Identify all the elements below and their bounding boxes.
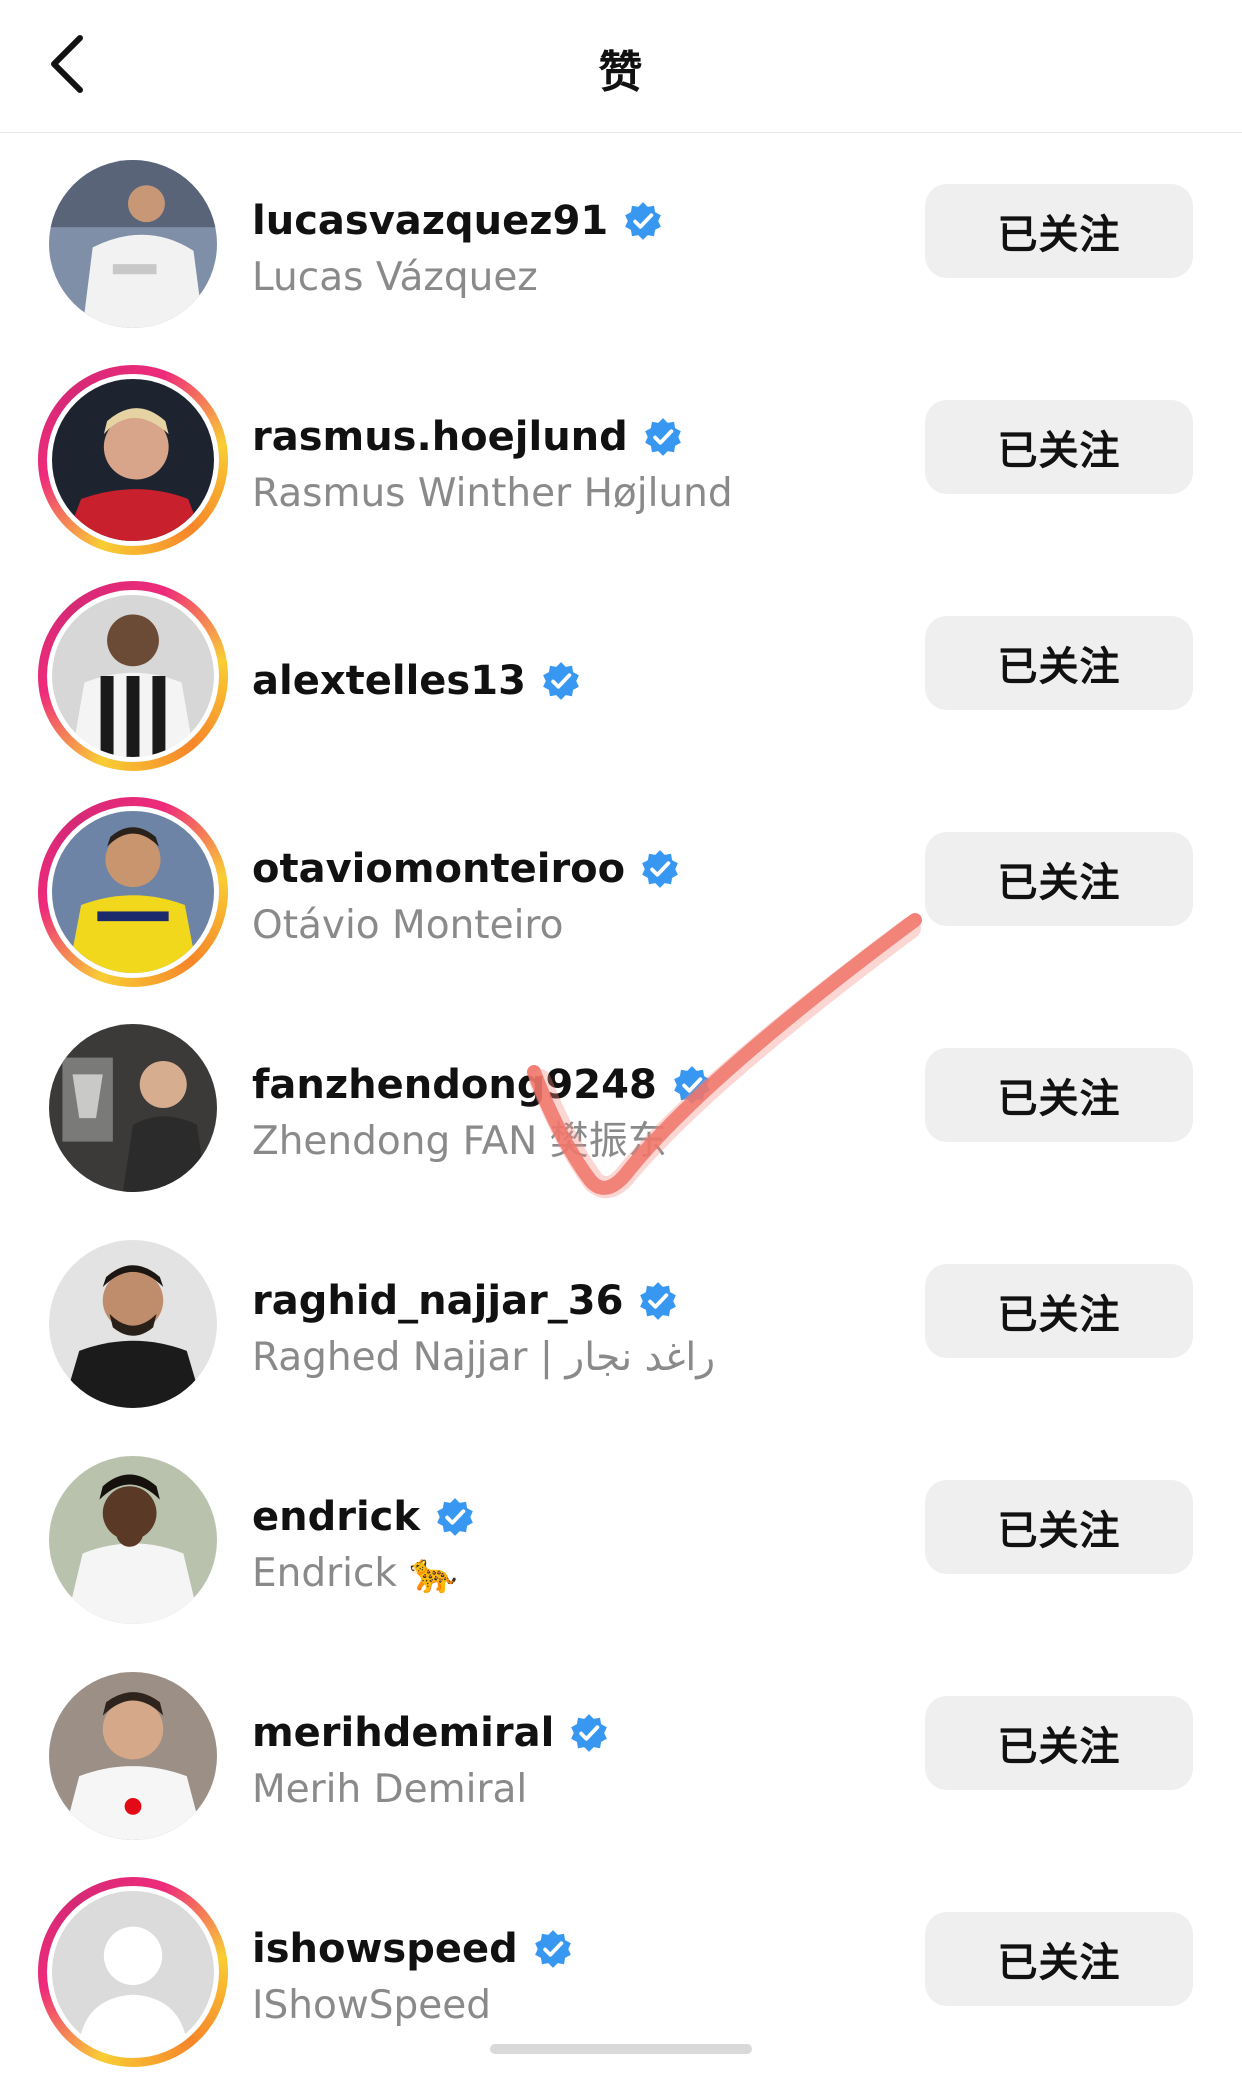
default-avatar-icon (52, 1891, 214, 2053)
verified-badge-icon (534, 1930, 571, 1968)
full-name: Rasmus Winther Højlund (252, 471, 733, 516)
user-names: otaviomonteiroo Otávio Monteiro (252, 781, 892, 1013)
user-names: raghid_najjar_36 Raghed Najjar | راغد نج… (252, 1213, 892, 1445)
username[interactable]: ishowspeed (252, 1926, 518, 1972)
verified-badge-icon (543, 662, 579, 700)
following-button[interactable]: 已关注 (925, 1480, 1193, 1574)
following-button[interactable]: 已关注 (925, 616, 1193, 710)
verified-badge-icon (642, 850, 679, 888)
user-names: alextelles13 (252, 565, 892, 797)
list-item[interactable]: fanzhendong9248 Zhendong FAN 樊振东 已关注 (0, 997, 1242, 1197)
avatar[interactable] (38, 1229, 228, 1419)
following-button[interactable]: 已关注 (925, 184, 1193, 278)
profile-photo (52, 595, 214, 757)
full-name: Zhendong FAN 樊振东 (252, 1119, 667, 1164)
verified-badge-icon (437, 1498, 473, 1536)
list-item[interactable]: ishowspeed IShowSpeed 已关注 (0, 1861, 1242, 2067)
avatar-story-ring[interactable] (38, 581, 228, 771)
avatar[interactable] (38, 149, 228, 339)
verified-badge-icon (673, 1066, 710, 1104)
username[interactable]: lucasvazquez91 (252, 198, 608, 244)
username[interactable]: endrick (252, 1494, 420, 1540)
following-button[interactable]: 已关注 (925, 832, 1193, 926)
username[interactable]: raghid_najjar_36 (252, 1278, 623, 1324)
home-indicator (490, 2044, 752, 2054)
profile-photo (52, 811, 214, 973)
list-item[interactable]: alextelles13 已关注 (0, 565, 1242, 771)
following-button[interactable]: 已关注 (925, 1264, 1193, 1358)
user-names: endrick Endrick 🐆 (252, 1429, 892, 1661)
verified-badge-icon (571, 1714, 608, 1752)
user-names: rasmus.hoejlund Rasmus Winther Højlund (252, 349, 892, 581)
header-bar: 赞 (0, 0, 1242, 133)
user-names: lucasvazquez91 Lucas Vázquez (252, 133, 892, 365)
user-names: merihdemiral Merih Demiral (252, 1645, 892, 1877)
avatar[interactable] (38, 1661, 228, 1851)
username[interactable]: alextelles13 (252, 658, 526, 704)
avatar-story-ring[interactable] (38, 1877, 228, 2067)
likes-list: lucasvazquez91 Lucas Vázquez 已关注 rasmus.… (0, 133, 1242, 2067)
profile-photo (49, 1672, 217, 1840)
verified-badge-icon (625, 202, 662, 240)
profile-photo (49, 160, 217, 328)
profile-photo (49, 1024, 217, 1192)
full-name: Merih Demiral (252, 1767, 528, 1812)
verified-badge-icon (640, 1282, 677, 1320)
verified-badge-icon (644, 418, 681, 456)
profile-photo (52, 379, 214, 541)
list-item[interactable]: lucasvazquez91 Lucas Vázquez 已关注 (0, 133, 1242, 333)
username[interactable]: merihdemiral (252, 1710, 554, 1756)
following-button[interactable]: 已关注 (925, 400, 1193, 494)
user-names: fanzhendong9248 Zhendong FAN 樊振东 (252, 997, 892, 1229)
list-item[interactable]: rasmus.hoejlund Rasmus Winther Højlund 已… (0, 349, 1242, 555)
username[interactable]: rasmus.hoejlund (252, 414, 628, 460)
following-button[interactable]: 已关注 (925, 1912, 1193, 2006)
full-name: IShowSpeed (252, 1983, 491, 2028)
username[interactable]: fanzhendong9248 (252, 1062, 657, 1108)
user-names: ishowspeed IShowSpeed (252, 1861, 892, 2093)
avatar-story-ring[interactable] (38, 365, 228, 555)
full-name: Endrick 🐆 (252, 1551, 458, 1596)
list-item[interactable]: merihdemiral Merih Demiral 已关注 (0, 1645, 1242, 1845)
profile-photo (49, 1240, 217, 1408)
avatar-story-ring[interactable] (38, 797, 228, 987)
full-name: Raghed Najjar | راغد نجار (252, 1335, 716, 1380)
list-item[interactable]: endrick Endrick 🐆 已关注 (0, 1429, 1242, 1629)
page-title: 赞 (598, 47, 644, 98)
list-item[interactable]: raghid_najjar_36 Raghed Najjar | راغد نج… (0, 1213, 1242, 1413)
following-button[interactable]: 已关注 (925, 1048, 1193, 1142)
avatar[interactable] (38, 1013, 228, 1203)
full-name: Lucas Vázquez (252, 255, 538, 300)
profile-photo (49, 1456, 217, 1624)
full-name: Otávio Monteiro (252, 903, 564, 948)
list-item[interactable]: otaviomonteiroo Otávio Monteiro 已关注 (0, 781, 1242, 987)
following-button[interactable]: 已关注 (925, 1696, 1193, 1790)
username[interactable]: otaviomonteiroo (252, 846, 625, 892)
avatar[interactable] (38, 1445, 228, 1635)
